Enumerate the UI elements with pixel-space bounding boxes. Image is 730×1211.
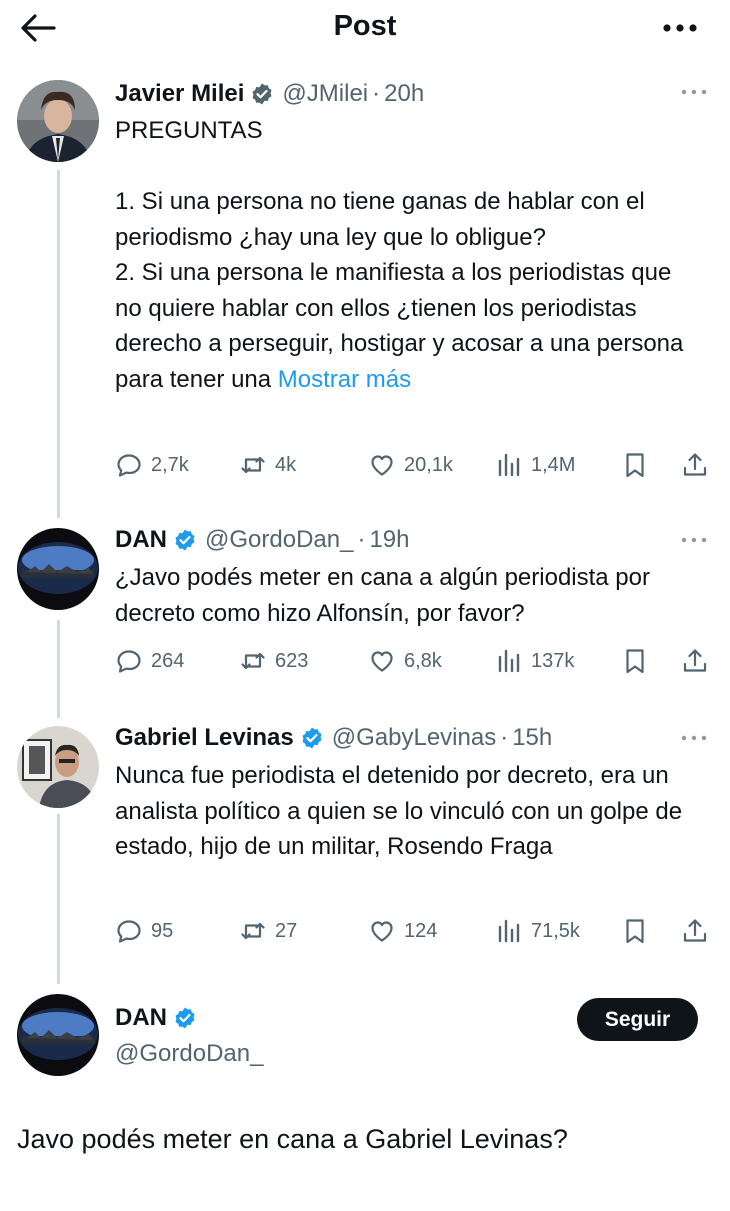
timestamp[interactable]: 15h bbox=[512, 724, 552, 752]
separator-dot: · bbox=[500, 724, 509, 751]
repost-icon bbox=[241, 652, 265, 670]
top-bar: Post bbox=[0, 0, 730, 56]
reply-count: 2,7k bbox=[151, 453, 189, 476]
separator-dot: · bbox=[372, 80, 381, 107]
main-author-handle[interactable]: @GordoDan_ bbox=[115, 1040, 263, 1068]
tweet[interactable]: Gabriel Levinas @GabyLevinas · 15h Nunca… bbox=[0, 722, 730, 962]
verified-badge-icon bbox=[252, 83, 272, 105]
tweet-text: ¿Javo podés meter en cana a algún period… bbox=[115, 564, 657, 627]
reply-button[interactable]: 2,7k bbox=[115, 450, 189, 480]
like-button[interactable]: 6,8k bbox=[368, 646, 442, 676]
bookmark-icon bbox=[626, 919, 644, 944]
tweet-text: Nunca fue periodista el detenido por dec… bbox=[115, 762, 689, 860]
like-button[interactable]: 124 bbox=[368, 916, 437, 946]
repost-count: 4k bbox=[275, 453, 297, 476]
avatar[interactable] bbox=[17, 994, 99, 1076]
view-count: 1,4M bbox=[531, 453, 576, 476]
verified-badge-icon bbox=[175, 529, 195, 551]
bookmark-button[interactable] bbox=[621, 450, 649, 480]
bookmark-icon bbox=[626, 649, 644, 674]
view-count: 71,5k bbox=[531, 919, 580, 942]
tweet-actions: 2,7k 4k 20,1k 1,4M bbox=[115, 450, 715, 480]
tweet-header: Javier Milei @JMilei · 20h bbox=[115, 78, 424, 110]
verified-badge-icon bbox=[302, 727, 322, 749]
view-count: 137k bbox=[531, 649, 575, 672]
views-button[interactable]: 137k bbox=[495, 646, 574, 676]
tweet-more-button[interactable] bbox=[678, 82, 710, 102]
heart-icon bbox=[371, 455, 393, 476]
repost-icon bbox=[241, 922, 265, 940]
share-icon bbox=[683, 453, 707, 476]
repost-button[interactable]: 623 bbox=[239, 646, 308, 676]
reply-icon bbox=[117, 920, 141, 943]
author-name[interactable]: Gabriel Levinas bbox=[115, 724, 294, 752]
more-options-button[interactable] bbox=[660, 12, 700, 44]
author-name[interactable]: DAN bbox=[115, 1004, 167, 1032]
more-icon bbox=[681, 537, 707, 543]
reply-button[interactable]: 95 bbox=[115, 916, 173, 946]
tweet-more-button[interactable] bbox=[678, 728, 710, 748]
author-name[interactable]: Javier Milei bbox=[115, 80, 244, 108]
views-button[interactable]: 1,4M bbox=[495, 450, 575, 480]
tweet-header: DAN @GordoDan_ · 19h bbox=[115, 524, 410, 556]
analytics-icon bbox=[498, 919, 520, 943]
reply-icon bbox=[117, 454, 141, 477]
verified-badge-icon bbox=[175, 1007, 195, 1029]
views-button[interactable]: 71,5k bbox=[495, 916, 580, 946]
tweet[interactable]: DAN @GordoDan_ · 19h ¿Javo podés meter e… bbox=[0, 524, 730, 694]
page-title: Post bbox=[333, 10, 397, 42]
avatar[interactable] bbox=[17, 726, 99, 808]
author-handle[interactable]: @GordoDan_ bbox=[205, 526, 353, 554]
analytics-icon bbox=[498, 453, 520, 477]
tweet[interactable]: Javier Milei @JMilei · 20h PREGUNTAS 1. … bbox=[0, 76, 730, 496]
author-handle[interactable]: @GabyLevinas bbox=[332, 724, 496, 752]
tweet-actions: 95 27 124 71,5k bbox=[115, 916, 715, 946]
repost-count: 27 bbox=[275, 919, 298, 942]
tweet-text: PREGUNTAS 1. Si una persona no tiene gan… bbox=[115, 113, 700, 397]
avatar[interactable] bbox=[17, 528, 99, 610]
timestamp[interactable]: 20h bbox=[384, 80, 424, 108]
analytics-icon bbox=[498, 649, 520, 673]
like-count: 20,1k bbox=[404, 453, 453, 476]
reply-button[interactable]: 264 bbox=[115, 646, 184, 676]
author-name[interactable]: DAN bbox=[115, 526, 167, 554]
like-button[interactable]: 20,1k bbox=[368, 450, 453, 480]
heart-icon bbox=[371, 651, 393, 672]
bookmark-button[interactable] bbox=[621, 646, 649, 676]
reply-icon bbox=[117, 650, 141, 673]
heart-icon bbox=[371, 921, 393, 942]
share-button[interactable] bbox=[681, 916, 709, 946]
repost-button[interactable]: 4k bbox=[239, 450, 296, 480]
follow-button[interactable]: Seguir bbox=[577, 998, 698, 1041]
share-icon bbox=[683, 919, 707, 942]
timestamp[interactable]: 19h bbox=[369, 526, 409, 554]
main-tweet-text: Javo podés meter en cana a Gabriel Levin… bbox=[17, 1124, 568, 1154]
avatar[interactable] bbox=[17, 80, 99, 162]
more-icon bbox=[681, 735, 707, 741]
tweet-header: Gabriel Levinas @GabyLevinas · 15h bbox=[115, 722, 552, 754]
show-more-link[interactable]: Mostrar más bbox=[278, 366, 411, 393]
more-icon bbox=[663, 24, 697, 32]
repost-count: 623 bbox=[275, 649, 309, 672]
share-button[interactable] bbox=[681, 646, 709, 676]
reply-count: 264 bbox=[151, 649, 185, 672]
repost-button[interactable]: 27 bbox=[239, 916, 297, 946]
main-author-name[interactable]: DAN bbox=[115, 1004, 197, 1032]
tweet-actions: 264 623 6,8k 137k bbox=[115, 646, 715, 676]
like-count: 6,8k bbox=[404, 649, 442, 672]
share-button[interactable] bbox=[681, 450, 709, 480]
separator-dot: · bbox=[357, 526, 366, 553]
more-icon bbox=[681, 89, 707, 95]
bookmark-button[interactable] bbox=[621, 916, 649, 946]
reply-count: 95 bbox=[151, 919, 174, 942]
tweet-more-button[interactable] bbox=[678, 530, 710, 550]
like-count: 124 bbox=[404, 919, 438, 942]
tweet-body: PREGUNTAS 1. Si una persona no tiene gan… bbox=[115, 117, 684, 393]
author-handle[interactable]: @JMilei bbox=[282, 80, 368, 108]
repost-icon bbox=[241, 456, 265, 474]
bookmark-icon bbox=[626, 453, 644, 478]
share-icon bbox=[683, 649, 707, 672]
